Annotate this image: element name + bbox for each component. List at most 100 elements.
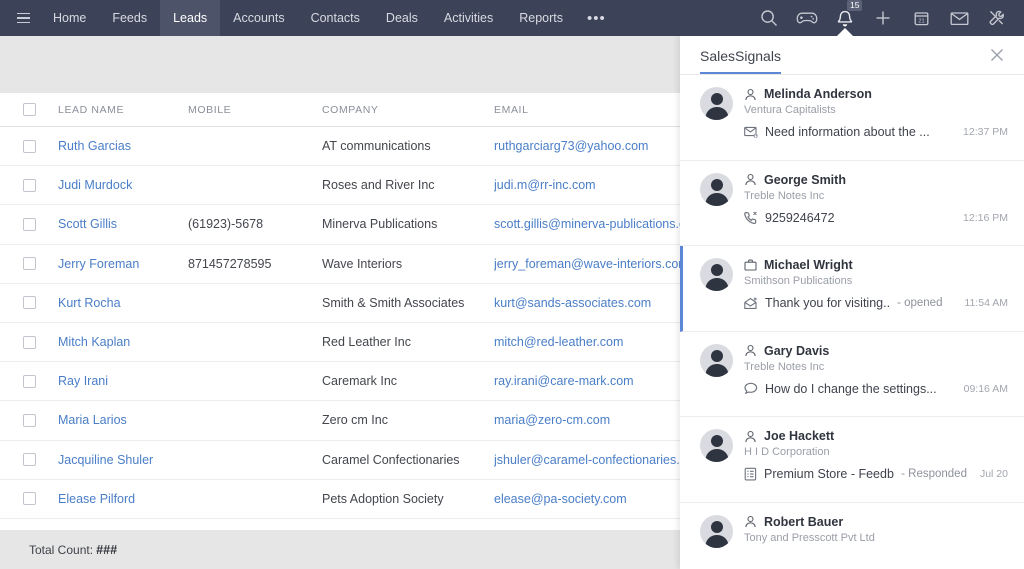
gamepad-icon[interactable]	[788, 0, 826, 36]
notification-contact-name[interactable]: Joe Hackett	[764, 429, 834, 443]
avatar	[700, 172, 733, 206]
nav-tab-accounts[interactable]: Accounts	[220, 0, 297, 36]
notification-item[interactable]: Robert Bauer Tony and Presscott Pvt Ltd	[680, 502, 1024, 569]
row-checkbox[interactable]	[22, 178, 36, 192]
row-select-cell	[0, 413, 58, 427]
row-checkbox[interactable]	[22, 374, 36, 388]
notification-body: George Smith Treble Notes Inc 9259246472 12…	[744, 173, 1008, 234]
nav-tab-home[interactable]: Home	[40, 0, 99, 36]
lead-email-link[interactable]: judi.m@rr-inc.com	[494, 178, 596, 192]
lead-name-link[interactable]: Ray Irani	[58, 374, 108, 388]
table-row[interactable]: Ray Irani Caremark Inc ray.irani@care-mark…	[0, 362, 680, 402]
column-header-mobile[interactable]: MOBILE	[188, 104, 322, 116]
select-all-cell	[0, 103, 58, 116]
lead-email-link[interactable]: jerry_foreman@wave-interiors.com	[494, 257, 680, 271]
table-row[interactable]: Judi Murdock Roses and River Inc judi.m@rr…	[0, 166, 680, 206]
table-row[interactable]: Scott Gillis (61923)-5678 Minerva Publicat…	[0, 205, 680, 245]
avatar	[700, 514, 733, 548]
row-checkbox[interactable]	[22, 413, 36, 427]
notification-item[interactable]: Gary Davis Treble Notes Inc How do I chang…	[680, 331, 1024, 417]
nav-tab-activities[interactable]: Activities	[431, 0, 506, 36]
avatar	[700, 87, 733, 120]
notification-company: Ventura Capitalists	[744, 104, 836, 116]
notification-contact-name[interactable]: Gary Davis	[764, 344, 829, 358]
table-row[interactable]: Jacquiline Shuler Caramel Confectionaries…	[0, 440, 680, 480]
salessignals-panel: SalesSignals Melinda Anderson Ventura Cap…	[680, 36, 1024, 569]
row-checkbox[interactable]	[22, 453, 36, 467]
nav-tab-deals[interactable]: Deals	[373, 0, 431, 36]
nav-actions: 15 21	[750, 0, 1016, 37]
lead-name-link[interactable]: Maria Larios	[58, 413, 127, 427]
lead-name-link[interactable]: Kurt Rocha	[58, 296, 121, 310]
lead-email-link[interactable]: ruthgarciarg73@yahoo.com	[494, 139, 648, 153]
select-all-checkbox[interactable]	[22, 103, 36, 116]
row-checkbox[interactable]	[22, 335, 36, 349]
lead-email-link[interactable]: elease@pa-society.com	[494, 492, 627, 506]
column-header-company[interactable]: COMPANY	[322, 104, 494, 116]
search-icon[interactable]	[750, 0, 788, 36]
notification-item[interactable]: Melinda Anderson Ventura Capitalists Need …	[680, 75, 1024, 161]
notification-item[interactable]: George Smith Treble Notes Inc 9259246472 12…	[680, 160, 1024, 246]
row-checkbox[interactable]	[22, 217, 36, 231]
row-select-cell	[0, 217, 58, 231]
svg-text:21: 21	[918, 18, 924, 24]
table-row[interactable]: Kurt Rocha Smith & Smith Associates kurt@s…	[0, 283, 680, 323]
lead-email-link[interactable]: scott.gillis@minerva-publications.com	[494, 217, 680, 231]
notification-title-row: Robert Bauer	[744, 515, 1008, 529]
mail-icon[interactable]	[940, 0, 978, 36]
notification-contact-name[interactable]: Michael Wright	[764, 258, 853, 272]
calendar-icon[interactable]: 21	[902, 0, 940, 36]
table-row[interactable]: Mitch Kaplan Red Leather Inc mitch@red-lea…	[0, 322, 680, 363]
lead-name-link[interactable]: Jacquiline Shuler	[58, 453, 153, 467]
person-icon	[744, 173, 757, 186]
notification-body: Michael Wright Smithson Publications Thank…	[744, 258, 1008, 319]
row-checkbox[interactable]	[22, 296, 36, 310]
notification-title-row: Melinda Anderson	[744, 87, 1008, 101]
nav-tab-reports[interactable]: Reports	[506, 0, 576, 36]
notification-company: Treble Notes Inc	[744, 360, 825, 373]
row-checkbox[interactable]	[22, 257, 36, 271]
column-header-email[interactable]: EMAIL	[494, 104, 680, 116]
notification-contact-name[interactable]: Robert Bauer	[764, 515, 843, 529]
lead-name-link[interactable]: Elease Pilford	[58, 492, 135, 506]
lead-email-link[interactable]: mitch@red-leather.com	[494, 335, 623, 349]
lead-name-link[interactable]: Scott Gillis	[58, 217, 117, 231]
plus-icon[interactable]	[864, 0, 902, 36]
column-header-lead-name[interactable]: LEAD NAME	[58, 104, 188, 116]
row-checkbox[interactable]	[22, 492, 36, 506]
lead-email-link[interactable]: ray.irani@care-mark.com	[494, 374, 634, 388]
toolbar-area	[0, 36, 680, 93]
nav-tabs: Home Feeds Leads Accounts Contacts Deals Activ…	[40, 0, 617, 36]
lead-company: AT communications	[322, 139, 431, 154]
nav-tab-feeds[interactable]: Feeds	[99, 0, 160, 36]
lead-name-link[interactable]: Jerry Foreman	[58, 257, 139, 271]
bell-icon[interactable]: 15	[826, 0, 864, 37]
row-checkbox[interactable]	[22, 139, 36, 153]
lead-name-link[interactable]: Mitch Kaplan	[58, 335, 130, 349]
table-row[interactable]: Maria Larios Zero cm Inc maria@zero-cm.com	[0, 401, 680, 441]
notification-item[interactable]: Joe Hackett H I D Corporation Premium Stor…	[680, 417, 1024, 503]
notification-contact-name[interactable]: George Smith	[764, 173, 846, 187]
notification-contact-name[interactable]: Melinda Anderson	[764, 87, 872, 101]
table-row[interactable]: Jerry Foreman 871457278595 Wave Interiors j…	[0, 244, 680, 284]
notification-message-row: Need information about the ... 12:37 PM	[744, 125, 1008, 139]
row-select-cell	[0, 257, 58, 271]
nav-tab-contacts[interactable]: Contacts	[298, 0, 373, 36]
nav-tab-leads[interactable]: Leads	[160, 0, 221, 36]
notification-company: Smithson Publications	[744, 275, 853, 287]
top-navigation-bar: Home Feeds Leads Accounts Contacts Deals Activ…	[0, 0, 1024, 37]
hamburger-menu-icon[interactable]	[6, 0, 40, 36]
table-row[interactable]: Ruth Garcias AT communications ruthgarciar…	[0, 127, 680, 167]
close-icon[interactable]	[986, 44, 1008, 66]
lead-company: Red Leather Inc	[322, 335, 411, 350]
notification-item[interactable]: Michael Wright Smithson Publications Thank…	[680, 246, 1024, 332]
nav-overflow-icon[interactable]: •••	[576, 0, 617, 36]
notification-body: Robert Bauer Tony and Presscott Pvt Ltd	[744, 515, 1008, 569]
lead-email-link[interactable]: kurt@sands-associates.com	[494, 296, 651, 310]
lead-email-link[interactable]: jshuler@caramel-confectionaries.com	[494, 453, 680, 467]
lead-email-link[interactable]: maria@zero-cm.com	[494, 413, 610, 427]
lead-name-link[interactable]: Ruth Garcias	[58, 139, 131, 153]
lead-name-link[interactable]: Judi Murdock	[58, 178, 132, 192]
tools-icon[interactable]	[978, 0, 1016, 36]
table-row[interactable]: Elease Pilford Pets Adoption Society eleas…	[0, 479, 680, 519]
